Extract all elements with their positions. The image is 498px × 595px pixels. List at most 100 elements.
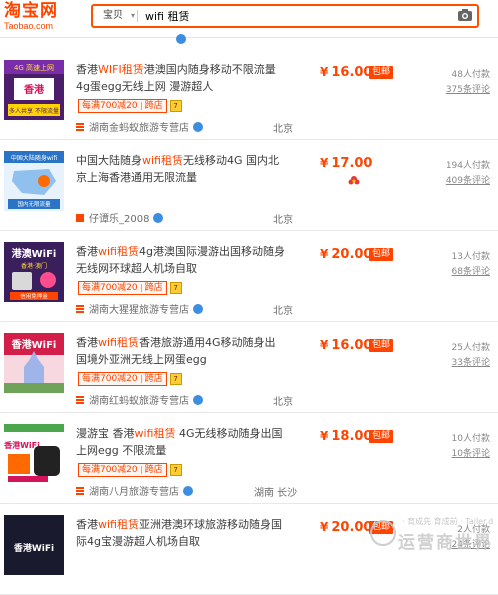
- product-thumbnail[interactable]: 香港WiFi: [4, 515, 64, 575]
- top-header: 淘宝网 Taobao.com 宝贝 ▾: [0, 0, 498, 38]
- shop-type-icon: [76, 122, 84, 131]
- product-title[interactable]: 香港wifi租赁4g港澳国际漫游出国移动随身无线网环球超人机场自取: [76, 243, 286, 277]
- product-thumbnail[interactable]: 香港WiFi: [4, 333, 64, 393]
- reviews-link[interactable]: 409条评论: [446, 173, 490, 186]
- price: ¥20.00: [320, 247, 372, 262]
- title-keyword-rent: 租赁: [121, 63, 144, 76]
- svg-text:4G 高速上网: 4G 高速上网: [14, 63, 54, 72]
- shop-type-icon: [76, 213, 84, 222]
- promo-crossstore: 跨店: [144, 101, 163, 111]
- paid-count: 10人付款: [451, 434, 490, 444]
- watermark: · 育成先 育成前 · Tailer.d 运营商世界: [370, 512, 498, 553]
- product-thumbnail[interactable]: 4G 高速上网 香港 多人共享 不限流量: [4, 60, 64, 120]
- location: 湖南 长沙: [254, 488, 298, 499]
- result-row[interactable]: 4G 高速上网 香港 多人共享 不限流量 香港WIFI租赁港澳国内随身移动不限流量4g…: [0, 50, 498, 140]
- result-row[interactable]: 香港WiFi 香港wifi租赁香港旅游通用4G移动随身出国境外亚洲无线上网蛋egg…: [0, 323, 498, 413]
- reviews-link[interactable]: 375条评论: [446, 82, 490, 95]
- result-row[interactable]: 中国大陆随身wifi 国内无限流量 中国大陆随身wifi租赁无线移动4G 国内北京上…: [0, 141, 498, 231]
- shop-link[interactable]: 湖南金蚂蚁旅游专营店: [76, 119, 203, 134]
- shop-badge-icon: [176, 34, 186, 44]
- free-shipping-badge: 包邮: [369, 339, 394, 352]
- shop-name: 湖南大猩猩旅游专营店: [89, 305, 189, 316]
- title-prefix: 香港: [76, 245, 98, 258]
- price: ¥17.00: [320, 156, 372, 171]
- logo-text: 淘宝网: [4, 1, 58, 21]
- price-value: 17.00: [331, 156, 373, 171]
- currency-symbol: ¥: [320, 65, 329, 79]
- coupon-icon: 7: [169, 282, 182, 294]
- shop-link[interactable]: 湖南大猩猩旅游专营店: [76, 301, 203, 316]
- currency-symbol: ¥: [320, 247, 329, 261]
- watermark-logo-icon: [370, 520, 396, 546]
- location: 北京: [273, 306, 293, 317]
- promo-tag[interactable]: 每满700减20 跨店 7: [78, 372, 182, 386]
- title-keyword-rent: 租赁: [116, 245, 139, 258]
- location: 北京: [273, 397, 293, 408]
- svg-text:香港WiFi: 香港WiFi: [12, 338, 57, 351]
- paid-count: 194人付款: [445, 161, 490, 171]
- product-title[interactable]: 漫游宝 香港wifi租赁 4G无线移动随身出国上网egg 不限流量: [76, 425, 286, 459]
- previous-row-remnant: [0, 34, 498, 50]
- currency-symbol: ¥: [320, 156, 329, 170]
- promo-tag[interactable]: 每满700减20 跨店 7: [78, 281, 182, 295]
- logo-subtext: Taobao.com: [4, 21, 54, 31]
- free-shipping-badge: 包邮: [369, 430, 394, 443]
- search-input[interactable]: [145, 8, 445, 24]
- product-thumbnail[interactable]: 港澳WiFi 香港·澳门 信用免押金: [4, 242, 64, 302]
- search-scope-label: 宝贝: [103, 10, 123, 21]
- title-prefix: 香港: [76, 336, 98, 349]
- title-keyword-wifi: wifi: [98, 245, 117, 258]
- product-thumbnail[interactable]: 香港WiFi: [4, 424, 64, 484]
- result-row[interactable]: 港澳WiFi 香港·澳门 信用免押金 香港wifi租赁4g港澳国际漫游出国移动随身无线…: [0, 232, 498, 322]
- coupon-icon: 7: [169, 464, 182, 476]
- promo-crossstore: 跨店: [144, 465, 163, 475]
- title-keyword-rent: 租赁: [116, 336, 139, 349]
- price: ¥18.00: [320, 429, 372, 444]
- title-keyword-wifi: wifi: [98, 336, 117, 349]
- currency-symbol: ¥: [320, 338, 329, 352]
- title-keyword-wifi: WIFI: [98, 63, 122, 76]
- taobao-logo[interactable]: 淘宝网 Taobao.com: [4, 2, 74, 34]
- free-shipping-badge: 包邮: [369, 248, 394, 261]
- shop-link[interactable]: 湖南红蚂蚁旅游专营店: [76, 392, 203, 407]
- currency-symbol: ¥: [320, 429, 329, 443]
- search-scope-dropdown[interactable]: 宝贝 ▾: [93, 6, 137, 26]
- reviews-link[interactable]: 33条评论: [452, 355, 490, 368]
- title-prefix: 香港: [76, 518, 98, 531]
- price-value: 20.00: [331, 520, 373, 535]
- location: 北京: [273, 215, 293, 226]
- title-prefix: 中国大陆随身: [76, 154, 142, 167]
- title-keyword-wifi: wifi: [98, 518, 117, 531]
- promo-tag[interactable]: 每满700减20 跨店 7: [78, 463, 182, 477]
- reviews-link[interactable]: 10条评论: [452, 446, 490, 459]
- shop-name: 湖南金蚂蚁旅游专营店: [89, 123, 189, 134]
- shop-link[interactable]: 湖南八月旅游专营店: [76, 483, 193, 498]
- currency-symbol: ¥: [320, 520, 329, 534]
- coupon-icon: 7: [169, 373, 182, 385]
- shop-type-icon: [76, 395, 84, 404]
- price-value: 18.00: [331, 429, 373, 444]
- result-row[interactable]: 香港WiFi 漫游宝 香港wifi租赁 4G无线移动随身出国上网egg 不限流量每…: [0, 414, 498, 504]
- paid-count: 48人付款: [451, 70, 490, 80]
- product-title[interactable]: 香港wifi租赁香港旅游通用4G移动随身出国境外亚洲无线上网蛋egg: [76, 334, 286, 368]
- product-title[interactable]: 中国大陆随身wifi租赁无线移动4G 国内北京上海香港通用无限流量: [76, 152, 286, 186]
- promo-discount: 每满700减20: [82, 283, 138, 293]
- product-title[interactable]: 香港WIFI租赁港澳国内随身移动不限流量4g蛋egg无线上网 漫游超人: [76, 61, 286, 95]
- title-prefix: 漫游宝 香港: [76, 427, 135, 440]
- product-title[interactable]: 香港wifi租赁亚洲港澳环球旅游移动随身国际4g宝漫游超人机场自取: [76, 516, 286, 550]
- title-keyword-wifi: wifi: [134, 427, 154, 440]
- promo-tag[interactable]: 每满700减20 跨店 7: [78, 99, 182, 113]
- svg-text:香港: 香港: [24, 83, 45, 96]
- svg-text:国内无限流量: 国内无限流量: [17, 200, 51, 208]
- title-prefix: 香港: [76, 63, 98, 76]
- shop-link[interactable]: 仔谭乐_2008: [76, 210, 164, 225]
- location: 北京: [273, 124, 293, 135]
- product-thumbnail[interactable]: 中国大陆随身wifi 国内无限流量: [4, 151, 64, 211]
- price: ¥16.00: [320, 65, 372, 80]
- shop-name: 湖南红蚂蚁旅游专营店: [89, 396, 189, 407]
- svg-text:港澳WiFi: 港澳WiFi: [12, 247, 57, 260]
- price: ¥20.00: [320, 520, 372, 535]
- reviews-link[interactable]: 68条评论: [452, 264, 490, 277]
- camera-icon[interactable]: [457, 8, 473, 22]
- shop-badge-icon: [193, 394, 203, 405]
